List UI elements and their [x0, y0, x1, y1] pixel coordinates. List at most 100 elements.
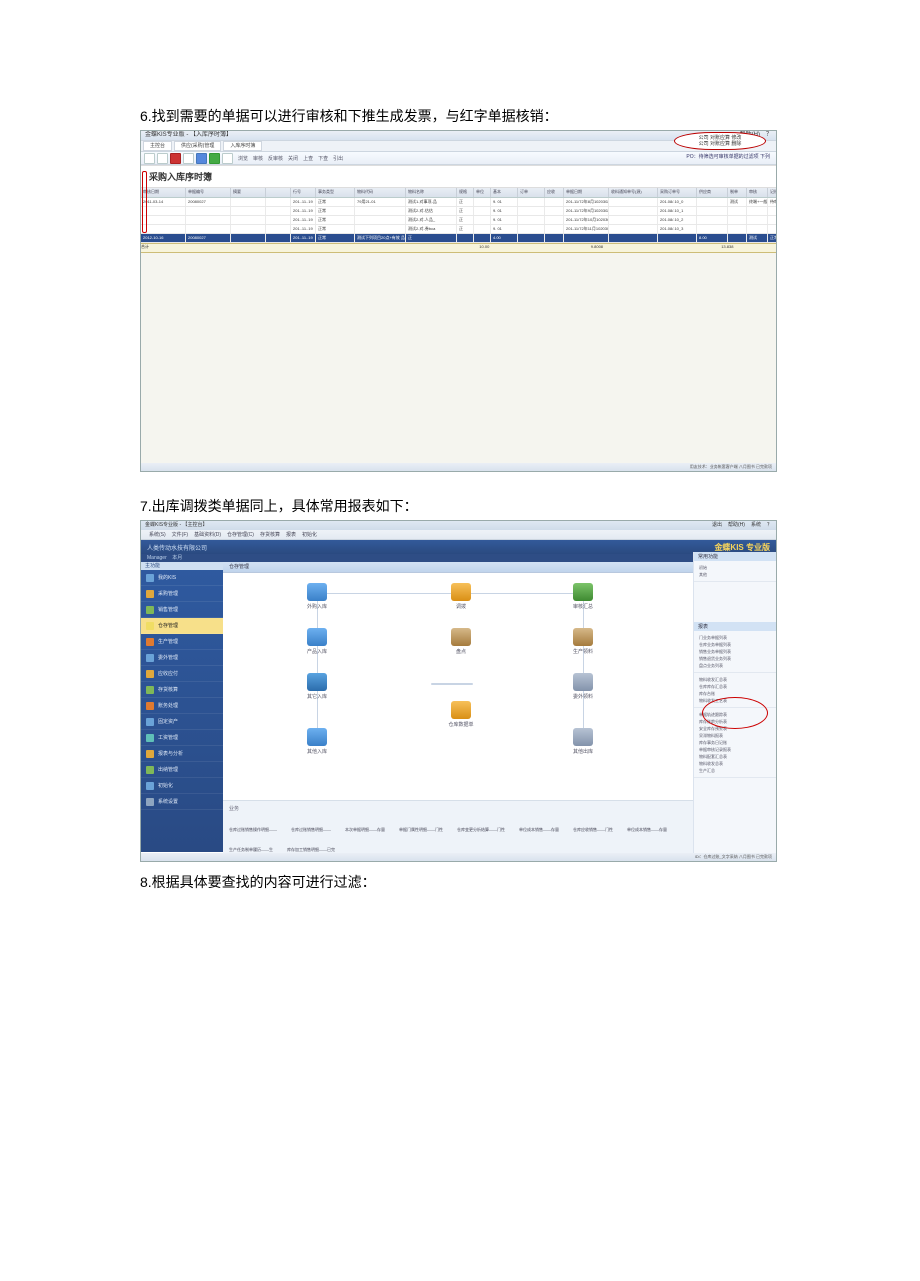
ss2-tr-q[interactable]: ？ — [767, 521, 772, 530]
column-header[interactable]: 订单 — [518, 188, 545, 197]
menu-system[interactable]: 系统(S) — [149, 531, 166, 538]
column-header[interactable]: 供应商 — [697, 188, 728, 197]
tab-current[interactable]: 入库序时簿 — [223, 141, 262, 151]
table-row[interactable]: 201..11..19正常测试2-对-人品_正9. 01201-11/72年10… — [141, 216, 776, 225]
report-link[interactable]: 仓库库存汇总表 — [699, 683, 771, 690]
help-icon[interactable]: ？ — [766, 131, 772, 140]
report-link[interactable]: 盘点业务列表 — [699, 662, 771, 669]
sidebar-item[interactable]: 应收应付 — [141, 666, 223, 682]
right-item-other[interactable]: 其他 — [699, 571, 771, 578]
bottom-link[interactable]: 本次单据明细——存量 — [345, 827, 385, 833]
bottom-link[interactable]: 单位成本销售——存量 — [519, 827, 559, 833]
column-header[interactable]: 摘要 — [231, 188, 266, 197]
right-item-init[interactable]: 初始 — [699, 564, 771, 571]
sidebar-item[interactable]: 采购管理 — [141, 586, 223, 602]
sidebar-item[interactable]: 固定资产 — [141, 714, 223, 730]
menu-base[interactable]: 基础资料(D) — [194, 531, 221, 538]
column-header[interactable]: 记账 — [768, 188, 777, 197]
column-header[interactable]: 行号 — [291, 188, 316, 197]
table-row[interactable]: 201..11..19正常测试2-对-券bca正9. 01201-11/72年1… — [141, 225, 776, 234]
report-link[interactable]: 物料配套汇总表 — [699, 753, 771, 760]
report-link[interactable]: 单据审核记录报表 — [699, 746, 771, 753]
sidebar-item[interactable]: 出纳管理 — [141, 762, 223, 778]
center-icon-r3c1[interactable]: 其它入库 — [295, 673, 339, 700]
column-header[interactable]: 制单 — [728, 188, 747, 197]
report-link[interactable]: 门业务单据列表 — [699, 634, 771, 641]
center-icon-r5c3[interactable]: 其他出库 — [561, 728, 605, 755]
menu-reports[interactable]: 报表 — [286, 531, 296, 538]
sidebar-icon — [146, 702, 154, 710]
sidebar-item[interactable]: 仓存管理 — [141, 618, 223, 634]
bottom-link[interactable]: 仓库过账销售操作明细—— — [229, 827, 277, 833]
bottom-link[interactable]: 仓库过账销售明细—— — [291, 827, 331, 833]
column-header[interactable]: 物料代码 — [355, 188, 406, 197]
report-link[interactable]: 呆滞物料报表 — [699, 732, 771, 739]
ss2-tr-sys[interactable]: 系统 — [751, 521, 761, 530]
sidebar-item[interactable]: 存货核算 — [141, 682, 223, 698]
tb-query-icon[interactable] — [183, 153, 194, 164]
column-header[interactable]: 单据编号 — [186, 188, 231, 197]
sidebar-item[interactable]: 生产管理 — [141, 634, 223, 650]
sidebar-item[interactable]: 销售管理 — [141, 602, 223, 618]
tb-delete-icon[interactable] — [170, 153, 181, 164]
table-row[interactable]: 201..11..19正常测试2-对-估估正9. 01201-11/72年9月1… — [141, 207, 776, 216]
column-header[interactable]: 单位 — [474, 188, 491, 197]
column-header[interactable] — [266, 188, 291, 197]
center-icon-r4m[interactable]: 仓库数据单 — [439, 701, 483, 728]
tab-main[interactable]: 主控台 — [143, 141, 172, 151]
sidebar-item[interactable]: 我的KIS — [141, 570, 223, 586]
column-header[interactable]: 基本 — [491, 188, 518, 197]
ss2-tr-help[interactable]: 帮助(H) — [728, 521, 745, 530]
report-link[interactable]: 生产汇总 — [699, 767, 771, 774]
sidebar-item[interactable]: 工资管理 — [141, 730, 223, 746]
menu-inventory[interactable]: 存货核算 — [260, 531, 280, 538]
ss2-tr-logout[interactable]: 退出 — [712, 521, 722, 530]
report-link[interactable]: 仓库业务单据列表 — [699, 641, 771, 648]
center-icon-r2c1[interactable]: 产品入库 — [295, 628, 339, 655]
table-cell — [474, 216, 491, 224]
tb-audit-icon[interactable] — [209, 153, 220, 164]
bottom-link[interactable]: 仓库变更分析结算——门性 — [457, 827, 505, 833]
tb-print-icon[interactable] — [157, 153, 168, 164]
tb-refresh-icon[interactable] — [196, 153, 207, 164]
report-link[interactable]: 物料收发总表 — [699, 760, 771, 767]
menu-file[interactable]: 文件(F) — [172, 531, 188, 538]
bottom-link[interactable]: 单据门属性明细——门性 — [399, 827, 443, 833]
column-header[interactable]: 收料通知单号(源) — [609, 188, 658, 197]
center-icon-r1c3[interactable]: 审核汇总 — [561, 583, 605, 610]
sidebar-item[interactable]: 委外管理 — [141, 650, 223, 666]
report-link[interactable]: 库存事务日记账 — [699, 739, 771, 746]
tb-unaudit-icon[interactable] — [222, 153, 233, 164]
report-link[interactable]: 销售业务单据列表 — [699, 648, 771, 655]
sidebar-item[interactable]: 账务处理 — [141, 698, 223, 714]
sidebar-item[interactable]: 系统设置 — [141, 794, 223, 810]
column-header[interactable]: 采购订单号 — [658, 188, 697, 197]
column-header[interactable]: 物料名称 — [406, 188, 457, 197]
column-header[interactable]: 审核 — [747, 188, 768, 197]
bottom-link[interactable]: 单位成本销售——存量 — [627, 827, 667, 833]
tb-browse-icon[interactable] — [144, 153, 155, 164]
sidebar-item[interactable]: 报表与分析 — [141, 746, 223, 762]
center-icon-r2c2[interactable]: 盘点 — [439, 628, 483, 655]
table-row[interactable]: 2011-03-1420080027201..11..19正常79用21-01测… — [141, 198, 776, 207]
table-cell: 待审 — [768, 198, 777, 206]
tab-procure[interactable]: 供应(采购)管理 — [174, 141, 221, 151]
bottom-link[interactable]: 仓库应收销售——门性 — [573, 827, 613, 833]
column-header[interactable]: 应收 — [545, 188, 564, 197]
center-icon-r2c3[interactable]: 生产领料 — [561, 628, 605, 655]
center-icon-r1c1[interactable]: 外购入库 — [295, 583, 339, 610]
center-icon-r1c2[interactable]: 调拨 — [439, 583, 483, 610]
menu-init[interactable]: 初始化 — [302, 531, 317, 538]
report-link[interactable]: 物料收发汇总表 — [699, 676, 771, 683]
report-link[interactable]: 销售退货业务列表 — [699, 655, 771, 662]
menu-warehouse[interactable]: 仓存管理(C) — [227, 531, 254, 538]
column-header[interactable]: 规格 — [457, 188, 474, 197]
column-header[interactable]: 事务类型 — [316, 188, 355, 197]
center-icon-r5c1[interactable]: 其他入库 — [295, 728, 339, 755]
center-icon-r3c3[interactable]: 委外领料 — [561, 673, 605, 700]
column-header[interactable]: 单据日期 — [564, 188, 609, 197]
column-header[interactable]: 审核日期 — [141, 188, 186, 197]
sidebar-item[interactable]: 初始化 — [141, 778, 223, 794]
report-link[interactable]: 库存台账 — [699, 690, 771, 697]
table-row[interactable]: 2012-10-1620080027201..11..19正常测试下列项目20点… — [141, 234, 776, 243]
